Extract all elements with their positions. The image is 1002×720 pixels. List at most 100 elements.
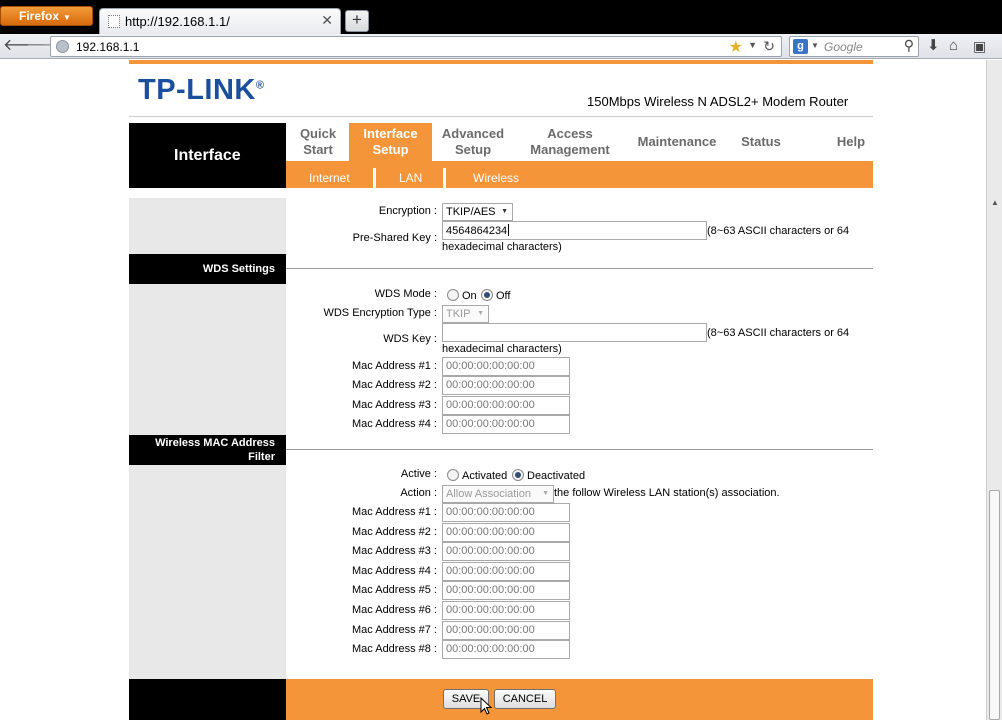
mac-filter-deactivated-radio[interactable]	[512, 469, 524, 481]
mac-filter-active-label: Active :	[400, 468, 437, 480]
filter-mac-label: Mac Address #7 :	[352, 624, 437, 636]
wds-mode-on-radio[interactable]	[447, 289, 459, 301]
filter-mac-input[interactable]: 00:00:00:00:00:00	[442, 542, 570, 561]
mac-filter-title-line1: Wireless MAC Address	[155, 437, 275, 449]
scrollbar-thumb[interactable]	[989, 490, 1000, 720]
filter-mac-label: Mac Address #8 :	[352, 643, 437, 655]
page-viewport: TP-LINK® 150Mbps Wireless N ADSL2+ Modem…	[0, 60, 986, 720]
menu-section-title: Interface	[129, 123, 286, 188]
wds-section-divider	[286, 268, 873, 269]
filter-mac-label: Mac Address #6 :	[352, 604, 437, 616]
menu-label-line1: Quick	[299, 126, 337, 141]
tab-close-icon[interactable]: ✕	[321, 12, 333, 29]
home-icon[interactable]: ⌂	[949, 37, 958, 55]
submenu-internet[interactable]: Internet	[309, 161, 350, 188]
new-tab-button[interactable]: +	[345, 10, 369, 32]
wds-encryption-type-value: TKIP	[446, 308, 471, 320]
filter-mac-label: Mac Address #5 :	[352, 584, 437, 596]
wds-key-input[interactable]	[442, 323, 707, 342]
menu-advanced-setup[interactable]: Advanced Setup	[435, 123, 511, 161]
menu-help[interactable]: Help	[829, 123, 873, 161]
filter-mac-input[interactable]: 00:00:00:00:00:00	[442, 503, 570, 522]
vertical-scrollbar[interactable]: ▲ ▼	[986, 60, 1002, 720]
browser-tab[interactable]: http://192.168.1.1/ ✕	[99, 8, 341, 34]
search-input[interactable]: Google	[824, 40, 863, 54]
psk-input[interactable]: 4564864234	[442, 221, 707, 240]
filter-mac-input[interactable]: 00:00:00:00:00:00	[442, 523, 570, 542]
wds-encryption-type-label: WDS Encryption Type :	[323, 307, 437, 319]
wds-key-hint-continued: hexadecimal characters)	[442, 343, 562, 355]
text-caret	[508, 224, 510, 236]
menu-label-line2: Management	[530, 142, 610, 157]
menu-label-line2: Setup	[372, 142, 409, 157]
chevron-down-icon: ▼	[542, 490, 549, 497]
reload-icon[interactable]: ↻	[763, 38, 775, 55]
search-icon[interactable]: ⚲	[904, 37, 914, 54]
wds-mode-off-radio[interactable]	[481, 289, 493, 301]
filter-mac-label: Mac Address #2 :	[352, 526, 437, 538]
main-menu: Quick Start Interface Setup Advanced Setup …	[286, 123, 873, 161]
menu-interface-setup[interactable]: Interface Setup	[349, 123, 432, 161]
wds-mac-input[interactable]: 00:00:00:00:00:00	[442, 396, 570, 415]
mac-filter-action-select[interactable]: Allow Association ▼	[442, 485, 554, 503]
search-bar[interactable]: g ▼ Google ⚲	[789, 36, 919, 57]
cancel-button[interactable]: CANCEL	[494, 689, 556, 709]
sub-menu: Internet LAN Wireless	[286, 161, 873, 188]
menu-quick-start[interactable]: Quick Start	[286, 123, 350, 161]
menu-access-management[interactable]: Access Management	[522, 123, 618, 161]
tab-title: http://192.168.1.1/	[125, 14, 230, 29]
mac-filter-activated-radio[interactable]	[447, 469, 459, 481]
page-favicon-icon	[108, 15, 120, 28]
submenu-separator	[443, 168, 446, 188]
wds-section-title: WDS Settings	[129, 254, 286, 284]
wds-key-label: WDS Key :	[383, 333, 437, 345]
history-dropdown-icon[interactable]: ▼	[748, 40, 757, 50]
wds-mode-on-label: On	[462, 290, 477, 302]
filter-mac-input[interactable]: 00:00:00:00:00:00	[442, 640, 570, 659]
mouse-pointer-icon	[480, 697, 492, 715]
submenu-lan[interactable]: LAN	[399, 161, 422, 188]
url-text[interactable]: 192.168.1.1	[76, 40, 139, 54]
wds-mac-input[interactable]: 00:00:00:00:00:00	[442, 376, 570, 395]
search-engine-icon[interactable]: g	[793, 39, 808, 54]
wds-encryption-type-select[interactable]: TKIP ▼	[442, 305, 489, 323]
mac-filter-action-label: Action :	[400, 487, 437, 499]
menu-maintenance[interactable]: Maintenance	[630, 123, 724, 161]
addon-icon[interactable]: ▣	[973, 37, 986, 55]
mac-filter-activated-label: Activated	[462, 470, 508, 482]
filter-mac-input[interactable]: 00:00:00:00:00:00	[442, 601, 570, 620]
wds-mac-input[interactable]: 00:00:00:00:00:00	[442, 415, 570, 434]
firefox-menu-button[interactable]: Firefox ▼	[0, 6, 93, 26]
menu-label-line2: Setup	[454, 142, 492, 157]
filter-mac-label: Mac Address #4 :	[352, 565, 437, 577]
menu-label-line1: Advanced	[441, 126, 505, 141]
encryption-select[interactable]: TKIP/AES ▼	[442, 203, 513, 221]
search-engine-dropdown-icon[interactable]: ▼	[811, 41, 819, 50]
menu-label-line1: Access	[547, 126, 593, 141]
chevron-down-icon: ▼	[63, 13, 71, 22]
filter-mac-input[interactable]: 00:00:00:00:00:00	[442, 562, 570, 581]
chevron-down-icon: ▼	[501, 208, 508, 215]
scroll-up-arrow-icon[interactable]: ▲	[991, 198, 999, 207]
menu-label-line1: Interface	[363, 126, 418, 141]
model-name: 150Mbps Wireless N ADSL2+ Modem Router	[587, 94, 849, 109]
bookmark-star-icon[interactable]: ★	[729, 37, 743, 57]
submenu-wireless[interactable]: Wireless	[473, 161, 519, 188]
filter-mac-input[interactable]: 00:00:00:00:00:00	[442, 581, 570, 600]
download-icon[interactable]: ⬇	[927, 37, 940, 55]
wds-mac-label: Mac Address #2 :	[352, 379, 437, 391]
address-bar[interactable]: 192.168.1.1 ★ ▼ ↻	[50, 36, 782, 57]
menu-status[interactable]: Status	[734, 123, 788, 161]
wds-mac-input[interactable]: 00:00:00:00:00:00	[442, 357, 570, 376]
mac-filter-action-value: Allow Association	[446, 488, 531, 500]
mac-filter-section-title: Wireless MAC Address Filter	[129, 435, 286, 465]
psk-hint: (8~63 ASCII characters or 64	[707, 225, 850, 237]
psk-hint-continued: hexadecimal characters)	[442, 241, 562, 253]
filter-mac-input[interactable]: 00:00:00:00:00:00	[442, 621, 570, 640]
header-accent-bar	[129, 60, 873, 64]
footer-bar	[286, 679, 873, 720]
mac-filter-title-line2: Filter	[248, 451, 275, 463]
firefox-menu-label: Firefox	[19, 9, 60, 23]
mac-filter-section-divider	[286, 449, 873, 450]
header-divider	[129, 116, 873, 117]
